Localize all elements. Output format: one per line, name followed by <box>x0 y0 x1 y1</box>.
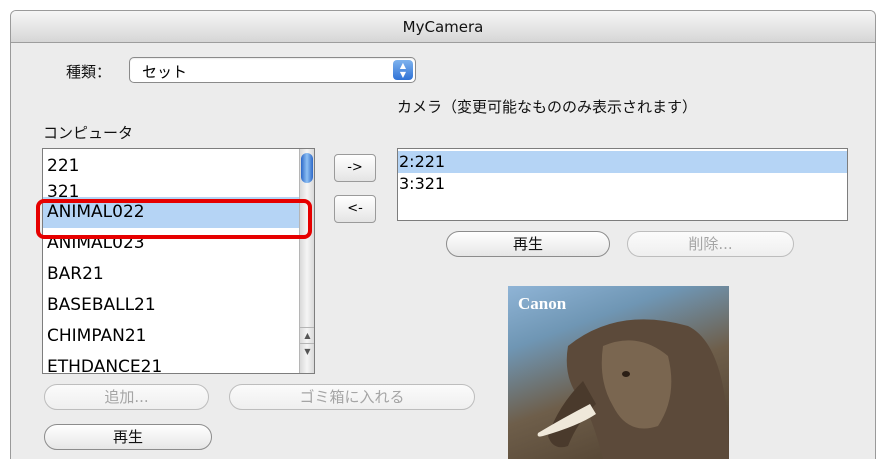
popup-arrows-icon: ▲ ▼ <box>393 60 413 80</box>
selection-highlight-outline <box>36 199 312 239</box>
window-title: MyCamera <box>11 11 875 43</box>
scroll-up-icon[interactable]: ▲ <box>300 327 314 343</box>
move-to-camera-button[interactable]: -> <box>334 154 376 182</box>
list-item[interactable]: BASEBALL21 <box>43 290 314 321</box>
camera-label: カメラ（変更可能なもののみ表示されます） <box>397 98 698 116</box>
type-popup[interactable]: セット ▲ ▼ <box>129 57 416 83</box>
list-item-selected[interactable]: 2:221 <box>398 151 847 173</box>
computer-list-scrollbar[interactable]: ▲ ▼ <box>299 149 314 373</box>
computer-label: コンピュータ <box>43 124 134 142</box>
canon-logo: Canon <box>518 294 567 313</box>
type-popup-value: セット <box>142 63 188 81</box>
computer-list[interactable]: 221 321 ANIMAL022 ANIMAL023 BAR21 BASEBA… <box>42 148 315 374</box>
list-item[interactable]: CHIMPAN21 <box>43 321 314 352</box>
scroll-down-icon[interactable]: ▼ <box>300 343 314 359</box>
scrollbar-thumb[interactable] <box>301 153 313 183</box>
camera-list[interactable]: 2:221 3:321 <box>397 148 848 221</box>
computer-play-button[interactable]: 再生 <box>44 424 212 450</box>
list-item[interactable]: 3:321 <box>398 173 847 195</box>
type-label: 種類： <box>66 63 112 81</box>
camera-play-button[interactable]: 再生 <box>446 231 610 257</box>
list-item[interactable]: 321 <box>43 177 314 202</box>
move-to-computer-button[interactable]: <- <box>334 195 376 223</box>
camera-delete-button[interactable]: 削除... <box>627 231 794 257</box>
mycamera-window: MyCamera 種類： セット ▲ ▼ カメラ（変更可能なもののみ表示されます）… <box>10 10 876 459</box>
list-item[interactable]: BAR21 <box>43 259 314 290</box>
trash-button[interactable]: ゴミ箱に入れる <box>229 384 475 410</box>
preview-image: Canon <box>508 286 729 459</box>
add-button[interactable]: 追加... <box>44 384 209 410</box>
list-item[interactable]: ETHDANCE21 <box>43 352 314 373</box>
